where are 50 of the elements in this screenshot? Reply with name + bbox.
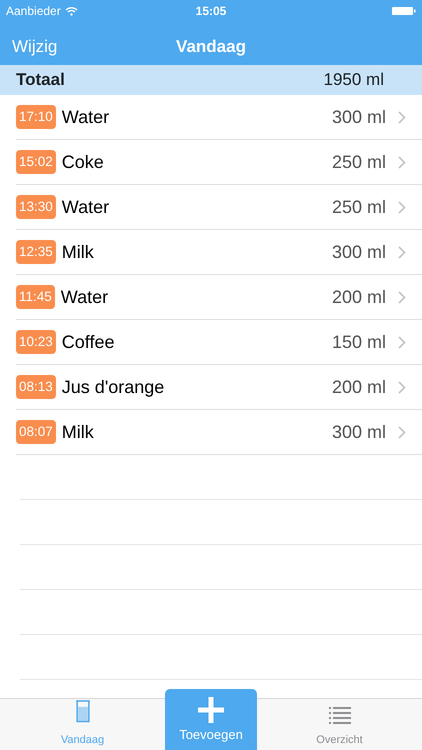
total-amount: 1950 ml (324, 69, 384, 92)
battery-icon (392, 6, 416, 16)
entry-row[interactable]: 08:13 Jus d'orange 200 ml (16, 365, 422, 410)
plus-icon (196, 695, 226, 725)
time-badge: 10:23 (16, 330, 56, 354)
drink-name: Milk (62, 240, 94, 264)
chevron-icon (398, 380, 406, 394)
amount-label: 300 ml (332, 240, 386, 264)
drink-name: Milk (62, 420, 94, 444)
chevron-icon (398, 246, 406, 258)
time-badge: 08:13 (16, 374, 56, 400)
entry-row[interactable]: 13:30 Water 250 ml (16, 185, 422, 230)
carrier-label: Aanbieder (6, 3, 61, 20)
entry-row[interactable]: 10:23 Coffee 150 ml (16, 320, 422, 365)
chevron-icon (398, 290, 406, 304)
amount-label: 300 ml (332, 420, 386, 444)
amount-label: 150 ml (332, 330, 386, 354)
chevron-icon (398, 110, 406, 124)
amount-label: 300 ml (332, 106, 386, 128)
drink-name: Water (62, 106, 110, 128)
chevron-icon (398, 336, 406, 348)
time-badge: 15:02 (16, 150, 56, 174)
time-badge: 13:30 (16, 194, 56, 220)
amount-label: 200 ml (332, 286, 386, 308)
amount-label: 200 ml (332, 376, 386, 398)
drink-name: Water (60, 286, 108, 308)
chevron-icon (398, 426, 406, 438)
beaker-icon (74, 700, 90, 724)
chevron-icon (398, 156, 406, 168)
time-badge: 11:45 (16, 284, 55, 310)
amount-label: 250 ml (332, 150, 386, 174)
entry-row[interactable]: 15:02 Coke 250 ml (16, 140, 422, 185)
nav-title: Vandaag (176, 36, 246, 58)
drink-name: Coffee (62, 330, 115, 354)
entry-row[interactable]: 08:07 Milk 300 ml (16, 410, 422, 455)
drink-name: Coke (62, 150, 104, 174)
time-badge: 08:07 (16, 420, 56, 444)
entry-row[interactable]: 17:10 Water 300 ml (16, 95, 422, 140)
clock-time: 15:05 (196, 3, 226, 20)
entry-row[interactable]: 11:45 Water 200 ml (16, 275, 422, 320)
amount-label: 250 ml (332, 196, 386, 218)
chevron-icon (398, 200, 406, 214)
time-badge: 12:35 (16, 240, 56, 264)
total-label: Totaal (16, 69, 65, 92)
wifi-icon (64, 6, 78, 16)
drink-name: Jus d'orange (62, 376, 164, 399)
list-icon (328, 706, 350, 724)
drink-name: Water (62, 196, 110, 218)
entry-row[interactable]: 12:35 Milk 300 ml (16, 230, 422, 275)
time-badge: 17:10 (16, 104, 56, 130)
